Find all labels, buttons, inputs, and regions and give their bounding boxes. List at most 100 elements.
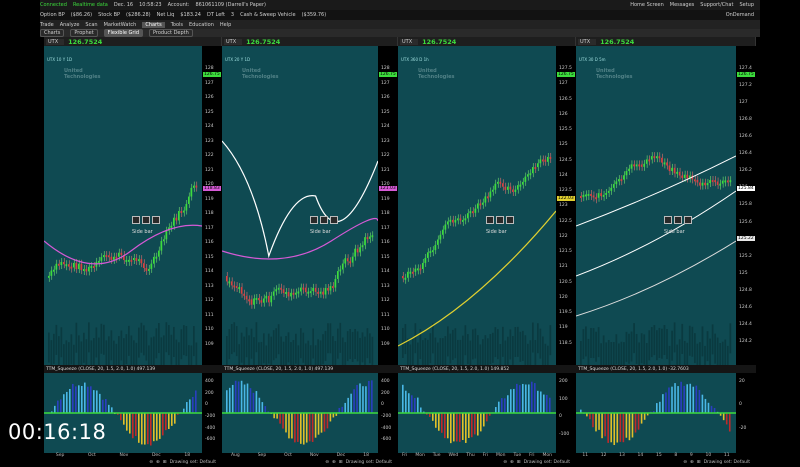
candle-body xyxy=(352,257,354,263)
candle-body xyxy=(188,197,190,204)
pencil-icon[interactable] xyxy=(330,216,338,224)
tab-trade[interactable]: Trade xyxy=(40,22,54,28)
zoom-out-icon[interactable]: ⊖ xyxy=(325,460,329,467)
home-screen-link[interactable]: Home Screen xyxy=(630,2,664,8)
account-select[interactable]: 861061109 (Darrell's Paper) xyxy=(195,2,266,8)
histogram-bar xyxy=(87,387,89,413)
drawing-set-select[interactable]: Drawing set: Default xyxy=(346,460,392,467)
histogram-bar xyxy=(702,395,704,413)
candle-body xyxy=(280,288,282,290)
cursor-icon[interactable] xyxy=(674,216,682,224)
study-header[interactable]: TTM_Squeeze (CLOSE, 20, 1.5, 2.0, 1.0) 1… xyxy=(398,365,576,373)
volume-bar xyxy=(608,340,610,368)
zoom-in-icon[interactable]: ⊕ xyxy=(690,460,694,467)
lock-icon[interactable] xyxy=(664,216,672,224)
tab-help[interactable]: Help xyxy=(220,22,231,28)
subtab-product-depth[interactable]: Product Depth xyxy=(149,29,193,37)
zoom-out-icon[interactable]: ⊖ xyxy=(149,460,153,467)
study-header[interactable]: TTM_Squeeze (CLOSE, 20, 1.5, 2.0, 1.0) 4… xyxy=(222,365,398,373)
drawing-set-select[interactable]: Drawing set: Default xyxy=(170,460,216,467)
zoom-box-icon[interactable]: ⊞ xyxy=(163,460,167,467)
squeeze-panel[interactable] xyxy=(576,373,736,453)
price-tick: 120 xyxy=(559,295,568,300)
setup-link[interactable]: Setup xyxy=(739,2,754,8)
squeeze-tick: 200 xyxy=(205,391,214,396)
volume-bar xyxy=(278,324,280,354)
side-bar-label[interactable]: Side bar xyxy=(132,229,168,235)
volume-bar xyxy=(432,323,434,353)
side-bar-widget[interactable]: Side bar xyxy=(482,216,522,244)
price-tick: 121.5 xyxy=(559,249,572,254)
histogram-bar xyxy=(549,398,551,413)
zoom-in-icon[interactable]: ⊕ xyxy=(332,460,336,467)
pencil-icon[interactable] xyxy=(684,216,692,224)
tab-marketwatch[interactable]: MarketWatch xyxy=(104,22,137,28)
cursor-icon[interactable] xyxy=(142,216,150,224)
symbol-input[interactable]: UTX xyxy=(224,39,242,45)
volume-bar xyxy=(58,336,60,366)
symbol-input[interactable]: UTX xyxy=(400,39,418,45)
time-label: Wed xyxy=(448,453,458,460)
histogram-bar xyxy=(447,413,449,438)
drawing-set-select[interactable]: Drawing set: Default xyxy=(524,460,570,467)
price-plot[interactable]: UTX 360 D 1hUnited TechnologiesSide bar xyxy=(398,46,556,368)
price-plot[interactable]: UTX 10 Y 1DUnited TechnologiesSide bar xyxy=(44,46,202,368)
side-bar-label[interactable]: Side bar xyxy=(310,229,346,235)
subtab-prophet[interactable]: Prophet xyxy=(70,29,97,37)
cursor-icon[interactable] xyxy=(320,216,328,224)
symbol-input[interactable]: UTX xyxy=(578,39,596,45)
candle-body xyxy=(643,164,645,167)
support-chat-link[interactable]: Support/Chat xyxy=(700,2,733,8)
cursor-icon[interactable] xyxy=(496,216,504,224)
symbol-input[interactable]: UTX xyxy=(46,39,64,45)
zoom-in-icon[interactable]: ⊕ xyxy=(510,460,514,467)
pencil-icon[interactable] xyxy=(152,216,160,224)
price-tick: 118 xyxy=(205,211,214,216)
zoom-box-icon[interactable]: ⊞ xyxy=(697,460,701,467)
side-bar-label[interactable]: Side bar xyxy=(664,229,700,235)
zoom-box-icon[interactable]: ⊞ xyxy=(517,460,521,467)
subtab-flexible-grid[interactable]: Flexible Grid xyxy=(104,29,143,37)
volume-bar xyxy=(101,324,103,354)
lock-icon[interactable] xyxy=(486,216,494,224)
side-bar-label[interactable]: Side bar xyxy=(486,229,522,235)
side-bar-widget[interactable]: Side bar xyxy=(306,216,346,244)
lock-icon[interactable] xyxy=(132,216,140,224)
ondemand-button[interactable]: OnDemand xyxy=(726,12,754,18)
tab-tools[interactable]: Tools xyxy=(171,22,183,28)
study-header[interactable]: TTM_Squeeze (CLOSE, 20, 1.5, 2.0, 1.0) 4… xyxy=(44,365,222,373)
lock-icon[interactable] xyxy=(310,216,318,224)
tab-charts[interactable]: Charts xyxy=(142,22,164,28)
pencil-icon[interactable] xyxy=(506,216,514,224)
study-header[interactable]: TTM_Squeeze (CLOSE, 20, 1.5, 2.0, 1.0) -… xyxy=(576,365,756,373)
zoom-box-icon[interactable]: ⊞ xyxy=(339,460,343,467)
volume-bar xyxy=(671,331,673,361)
histogram-bar xyxy=(273,413,275,418)
volume-bar xyxy=(598,327,600,357)
candle-body xyxy=(615,181,617,184)
candle-body xyxy=(93,266,95,268)
time-label: 12 xyxy=(601,453,607,460)
widget-icons xyxy=(486,216,522,224)
time-axis: SepOctNovDec18 xyxy=(44,453,202,460)
candle-body xyxy=(598,193,600,198)
price-plot[interactable]: UTX 30 D 5mUnited TechnologiesSide bar xyxy=(576,46,736,368)
zoom-out-icon[interactable]: ⊖ xyxy=(503,460,507,467)
squeeze-panel[interactable] xyxy=(398,373,556,453)
price-plot[interactable]: UTX 20 Y 1DUnited TechnologiesSide bar xyxy=(222,46,378,368)
candle-body xyxy=(608,191,610,193)
candle-body xyxy=(497,182,499,184)
zoom-in-icon[interactable]: ⊕ xyxy=(156,460,160,467)
side-bar-widget[interactable]: Side bar xyxy=(128,216,168,244)
squeeze-panel[interactable] xyxy=(222,373,378,453)
zoom-out-icon[interactable]: ⊖ xyxy=(683,460,687,467)
tab-analyze[interactable]: Analyze xyxy=(60,22,80,28)
tab-education[interactable]: Education xyxy=(189,22,214,28)
volume-bar xyxy=(293,340,295,368)
side-bar-widget[interactable]: Side bar xyxy=(660,216,700,244)
drawing-set-select[interactable]: Drawing set: Default xyxy=(704,460,750,467)
subtab-charts[interactable]: Charts xyxy=(40,29,64,37)
tab-scan[interactable]: Scan xyxy=(85,22,97,28)
histogram-bar xyxy=(444,413,446,438)
messages-link[interactable]: Messages xyxy=(670,2,695,8)
